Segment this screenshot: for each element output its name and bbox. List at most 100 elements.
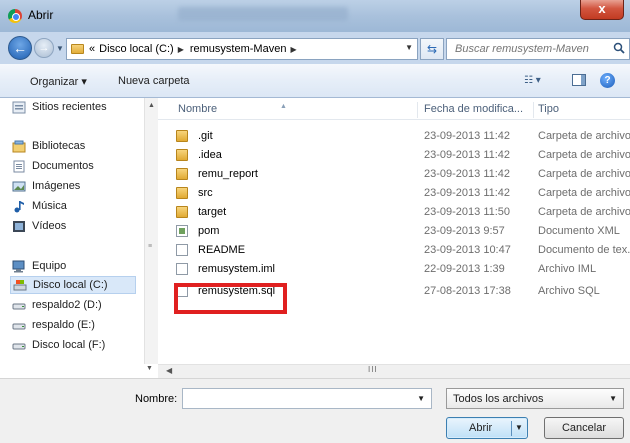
file-name: pom xyxy=(198,225,220,237)
sidebar-item-recent[interactable]: Sitios recientes xyxy=(12,98,107,116)
file-row[interactable]: .idea 23-09-2013 11:42 Carpeta de archiv… xyxy=(158,146,630,165)
breadcrumb-arrow-icon[interactable]: ▶ xyxy=(290,45,296,54)
sidebar-item-label: Imágenes xyxy=(32,180,81,192)
column-header-row: ▲ Nombre Fecha de modifica... Tipo xyxy=(158,98,630,120)
sidebar-item-respaldo[interactable]: respaldo (E:) xyxy=(12,316,95,334)
breadcrumb-arrow-icon[interactable]: ▶ xyxy=(178,45,184,54)
window-title: Abrir xyxy=(28,8,54,22)
dialog-footer: Nombre: ▼ Todos los archivos ▼ Abrir ▼ C… xyxy=(0,378,630,443)
scroll-grip-icon[interactable]: III xyxy=(368,365,378,374)
close-button[interactable]: x xyxy=(580,0,624,20)
pictures-icon xyxy=(12,181,26,191)
forward-button[interactable]: → xyxy=(34,38,54,58)
xml-file-icon xyxy=(176,225,188,237)
chevron-down-icon[interactable]: ▼ xyxy=(515,423,523,432)
sidebar-scroll-footer: ▼ xyxy=(0,364,158,378)
file-type: Carpeta de archivo xyxy=(538,187,630,199)
change-view-icon[interactable]: ☷ ▾ xyxy=(524,75,541,86)
sidebar-item-documentos[interactable]: Documentos xyxy=(12,157,94,175)
file-row[interactable]: target 23-09-2013 11:50 Carpeta de archi… xyxy=(158,203,630,222)
file-row[interactable]: README 23-09-2013 10:47 Documento de tex… xyxy=(158,241,630,260)
recent-locations-dropdown[interactable]: ▼ xyxy=(56,44,64,53)
scroll-grip-icon[interactable]: ≡ xyxy=(148,243,152,250)
file-date: 23-09-2013 9:57 xyxy=(424,225,505,237)
text-file-icon xyxy=(176,244,188,256)
sidebar-item-label: Disco local (C:) xyxy=(33,279,108,291)
filename-combobox[interactable]: ▼ xyxy=(182,388,432,409)
scroll-left-icon[interactable]: ◀ xyxy=(166,366,172,375)
file-list: ▲ Nombre Fecha de modifica... Tipo .git … xyxy=(158,98,630,364)
documents-icon xyxy=(13,160,25,172)
search-input[interactable] xyxy=(447,39,607,59)
refresh-button[interactable]: ⇆ xyxy=(420,38,444,60)
cancel-button[interactable]: Cancelar xyxy=(544,417,624,439)
filename-label: Nombre: xyxy=(135,393,178,405)
file-name: .git xyxy=(198,130,213,142)
file-type: Carpeta de archivo xyxy=(538,130,630,142)
open-button-label: Abrir xyxy=(469,422,493,434)
file-name: target xyxy=(198,206,227,218)
scroll-up-icon[interactable]: ▲ xyxy=(148,102,155,109)
chevron-down-icon[interactable]: ▼ xyxy=(609,394,617,403)
sidebar-item-label: respaldo (E:) xyxy=(32,319,95,331)
sidebar-scrollbar[interactable]: ▲ ≡ xyxy=(144,98,158,364)
breadcrumb-remusystem-maven[interactable]: remusystem-Maven xyxy=(190,43,287,55)
file-name: .idea xyxy=(198,149,222,161)
sidebar-item-disco-c[interactable]: Disco local (C:) xyxy=(10,276,136,294)
organize-menu[interactable]: Organizar ▾ xyxy=(30,75,87,88)
file-row[interactable]: .git 23-09-2013 11:42 Carpeta de archivo xyxy=(158,127,630,146)
back-button[interactable]: ← xyxy=(8,36,32,60)
sidebar-item-libraries[interactable]: Bibliotecas xyxy=(12,137,85,155)
file-row[interactable]: remusystem.iml 22-09-2013 1:39 Archivo I… xyxy=(158,260,630,279)
chevron-down-icon[interactable]: ▼ xyxy=(417,394,425,403)
folder-icon xyxy=(176,206,188,218)
file-date: 23-09-2013 11:50 xyxy=(424,206,511,218)
search-icon[interactable] xyxy=(613,42,625,54)
sidebar-item-label: Vídeos xyxy=(32,220,67,232)
sidebar-item-label: Música xyxy=(32,200,67,212)
file-row[interactable]: pom 23-09-2013 9:57 Documento XML xyxy=(158,222,630,241)
sidebar-item-musica[interactable]: Música xyxy=(12,197,67,215)
search-box[interactable] xyxy=(446,38,630,60)
preview-pane-icon[interactable] xyxy=(572,74,586,86)
blurred-title-region xyxy=(178,7,348,21)
sidebar-item-imagenes[interactable]: Imágenes xyxy=(12,177,80,195)
file-row[interactable]: src 23-09-2013 11:42 Carpeta de archivo xyxy=(158,184,630,203)
drive-icon xyxy=(12,303,26,309)
drive-icon xyxy=(12,343,26,349)
file-date: 23-09-2013 10:47 xyxy=(424,244,511,256)
sidebar-item-label: respaldo2 (D:) xyxy=(32,299,102,311)
sidebar-item-respaldo2[interactable]: respaldo2 (D:) xyxy=(12,296,102,314)
file-date: 22-09-2013 1:39 xyxy=(424,263,505,275)
filetype-value: Todos los archivos xyxy=(453,393,544,405)
column-date[interactable]: Fecha de modifica... xyxy=(424,102,534,118)
address-dropdown-icon[interactable]: ▼ xyxy=(405,43,413,52)
new-folder-button[interactable]: Nueva carpeta xyxy=(118,75,190,87)
file-type: Documento XML xyxy=(538,225,620,237)
filetype-select[interactable]: Todos los archivos ▼ xyxy=(446,388,624,409)
folder-icon xyxy=(176,187,188,199)
recent-places-icon xyxy=(12,101,26,113)
file-row[interactable]: remu_report 23-09-2013 11:42 Carpeta de … xyxy=(158,165,630,184)
column-name-label: Nombre xyxy=(178,103,218,115)
horizontal-scrollbar[interactable]: ◀ III xyxy=(158,364,630,378)
scroll-down-icon[interactable]: ▼ xyxy=(146,365,153,372)
cancel-button-label: Cancelar xyxy=(561,422,607,434)
open-button[interactable]: Abrir ▼ xyxy=(446,417,528,439)
sidebar-item-disco-f[interactable]: Disco local (F:) xyxy=(12,336,105,354)
sidebar-item-videos[interactable]: Vídeos xyxy=(12,217,66,235)
file-type: Documento de tex... xyxy=(538,244,630,256)
breadcrumb-drive-c[interactable]: Disco local (C:) xyxy=(99,43,174,55)
file-type: Carpeta de archivo xyxy=(538,149,630,161)
chrome-app-icon xyxy=(8,9,22,23)
breadcrumb-overflow[interactable]: « xyxy=(89,43,95,55)
annotation-highlight-box xyxy=(174,283,287,314)
column-type[interactable]: Tipo xyxy=(538,102,630,118)
sidebar-item-equipo[interactable]: Equipo xyxy=(12,257,66,275)
help-icon[interactable]: ? xyxy=(600,73,615,88)
address-bar[interactable]: « Disco local (C:) ▶ remusystem-Maven ▶ … xyxy=(66,38,418,60)
music-icon xyxy=(14,200,24,212)
column-name[interactable]: ▲ Nombre xyxy=(158,102,418,118)
sidebar-item-label: Equipo xyxy=(32,260,67,272)
filename-field[interactable] xyxy=(183,389,403,408)
